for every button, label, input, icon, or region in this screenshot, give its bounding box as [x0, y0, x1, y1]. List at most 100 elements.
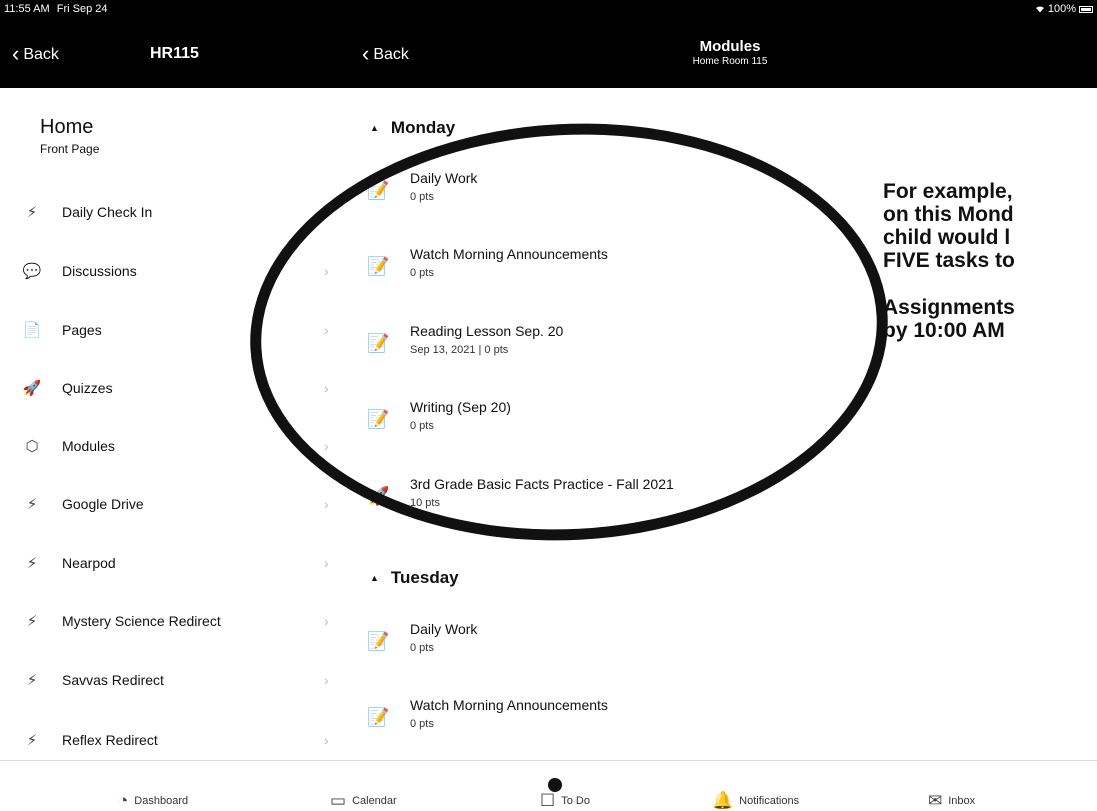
time-text: 11:55 AM [4, 3, 50, 15]
rocket-icon: 🚀 [22, 380, 42, 397]
bottom-tab-bar: ◔ Dashboard ▭ Calendar ☐ To Do 🔔 Notific… [0, 760, 1097, 811]
module-item-title: 3rd Grade Basic Facts Practice - Fall 20… [410, 476, 674, 492]
sidebar-item-mystery-science[interactable]: ⚡ Mystery Science Redirect › [0, 601, 340, 641]
module-item-title: Reading Lesson Sep. 20 [410, 323, 564, 339]
status-time: 11:55 AM Fri Sep 24 [4, 3, 107, 15]
module-item-points: 0 pts [410, 191, 434, 203]
page-subtitle-text: Home Room 115 [692, 56, 768, 67]
assignment-icon: 📝 [367, 333, 390, 353]
sidebar-item-label: Modules [62, 438, 115, 454]
callout-line: Assignments [883, 296, 1015, 319]
module-name: Monday [390, 118, 456, 137]
modules-nav-bar: Modules Home Room 115 ‹ Back [330, 28, 1097, 88]
module-item[interactable]: 📝 Watch Morning Announcements 0 pts [340, 697, 900, 747]
sidebar-item-savvas[interactable]: ⚡ Savvas Redirect › [0, 660, 340, 700]
chevron-right-icon: › [324, 380, 329, 396]
module-item[interactable]: 📝 Reading Lesson Sep. 20 Sep 13, 2021 | … [340, 323, 900, 373]
dashboard-icon: ◔ [118, 791, 129, 810]
home-subtitle: Front Page [40, 142, 100, 156]
module-item-title: Watch Morning Announcements [410, 697, 608, 713]
assignment-icon: 📝 [367, 409, 390, 429]
chevron-right-icon: › [324, 555, 329, 571]
wifi-icon [1035, 6, 1044, 13]
sidebar-item-label: Nearpod [62, 555, 116, 571]
assignment-icon: 📝 [367, 631, 390, 651]
chevron-right-icon: › [324, 322, 329, 338]
module-item[interactable]: 🚀 3rd Grade Basic Facts Practice - Fall … [340, 476, 900, 526]
sidebar-item-reflex[interactable]: ⚡ Reflex Redirect › [0, 720, 340, 760]
module-header-monday[interactable]: ▲ Monday [370, 118, 455, 138]
chevron-right-icon: › [324, 613, 329, 629]
sidebar-item-pages[interactable]: 📄 Pages › [0, 310, 340, 350]
notification-badge [548, 778, 562, 792]
home-link[interactable]: Home Front Page [40, 116, 99, 156]
annotation-callout: For example, on this Mond child would l … [883, 180, 1015, 366]
sidebar-item-label: Reflex Redirect [62, 732, 158, 748]
tab-dashboard[interactable]: ◔ Dashboard [118, 792, 188, 809]
callout-line: FIVE tasks to [883, 249, 1015, 272]
back-label: Back [23, 46, 59, 63]
plug-icon: ⚡ [26, 672, 38, 689]
modules-back-button[interactable]: ‹ Back [362, 41, 409, 66]
sidebar-item-label: Savvas Redirect [62, 672, 164, 688]
page-title-text: Modules [699, 38, 761, 55]
sidebar-item-label: Daily Check In [62, 204, 153, 220]
module-item[interactable]: 📝 Watch Morning Announcements 0 pts [340, 246, 900, 296]
plug-icon: ⚡ [26, 732, 38, 749]
module-item-points: 0 pts [410, 420, 434, 432]
module-item[interactable]: 📝 Daily Work 0 pts [340, 170, 900, 220]
sidebar-item-nearpod[interactable]: ⚡ Nearpod › [0, 543, 340, 583]
callout-line: child would l [883, 226, 1011, 249]
course-back-button[interactable]: ‹ Back [12, 41, 59, 66]
inbox-icon: ✉ [928, 791, 943, 810]
rocket-icon: 🚀 [367, 486, 390, 506]
sidebar-item-label: Pages [62, 322, 102, 338]
sidebar-item-daily-check-in[interactable]: ⚡ Daily Check In › [0, 192, 340, 232]
plug-icon: ⚡ [26, 613, 38, 630]
tab-inbox[interactable]: ✉ Inbox [928, 792, 975, 809]
sidebar-item-label: Discussions [62, 263, 137, 279]
callout-line: on this Mond [883, 203, 1014, 226]
collapse-triangle-icon: ▲ [370, 123, 379, 133]
plug-icon: ⚡ [26, 496, 38, 513]
chevron-right-icon: › [324, 732, 329, 748]
tab-notifications[interactable]: 🔔 Notifications [712, 792, 799, 809]
module-item[interactable]: 📝 Daily Work 0 pts [340, 621, 900, 671]
module-item-title: Watch Morning Announcements [410, 246, 608, 262]
date-text: Fri Sep 24 [56, 3, 108, 15]
module-item-title: Daily Work [410, 170, 478, 186]
tab-todo[interactable]: ☐ To Do [540, 778, 590, 809]
tab-label: Calendar [352, 794, 397, 807]
course-title: HR115 [150, 45, 199, 62]
chevron-right-icon: › [324, 204, 329, 220]
battery-icon [1079, 5, 1093, 13]
module-item-title: Writing (Sep 20) [410, 399, 511, 415]
module-item-points: 0 pts [410, 267, 434, 279]
discussions-icon: 💬 [22, 263, 42, 280]
callout-line: For example, [883, 180, 1013, 203]
plug-icon: ⚡ [26, 204, 38, 221]
tab-calendar[interactable]: ▭ Calendar [330, 792, 397, 809]
module-item[interactable]: 📝 Writing (Sep 20) 0 pts [340, 399, 900, 449]
chevron-right-icon: › [324, 438, 329, 454]
chevron-right-icon: › [324, 263, 329, 279]
callout-paragraph-2: Assignments by 10:00 AM [883, 296, 1015, 342]
sidebar-item-google-drive[interactable]: ⚡ Google Drive › [0, 484, 340, 524]
assignment-icon: 📝 [367, 256, 390, 276]
sidebar-item-quizzes[interactable]: 🚀 Quizzes › [0, 368, 340, 408]
bell-icon: 🔔 [712, 791, 734, 810]
sidebar-item-modules[interactable]: ⬡ Modules › [0, 426, 340, 466]
calendar-icon: ▭ [330, 791, 347, 810]
module-item-points: Sep 13, 2021 | 0 pts [410, 344, 509, 356]
home-title: Home [40, 116, 94, 138]
chevron-left-icon: ‹ [12, 41, 20, 66]
sidebar-item-discussions[interactable]: 💬 Discussions › [0, 251, 340, 291]
chevron-left-icon: ‹ [362, 41, 370, 66]
module-item-points: 0 pts [410, 642, 434, 654]
collapse-triangle-icon: ▲ [370, 573, 379, 583]
tab-label: Inbox [948, 794, 976, 807]
back-label: Back [373, 46, 409, 63]
module-item-points: 0 pts [410, 718, 434, 730]
module-header-tuesday[interactable]: ▲ Tuesday [370, 568, 459, 588]
top-bar: 11:55 AM Fri Sep 24 100% ‹ Back HR115 Mo… [0, 0, 1097, 88]
